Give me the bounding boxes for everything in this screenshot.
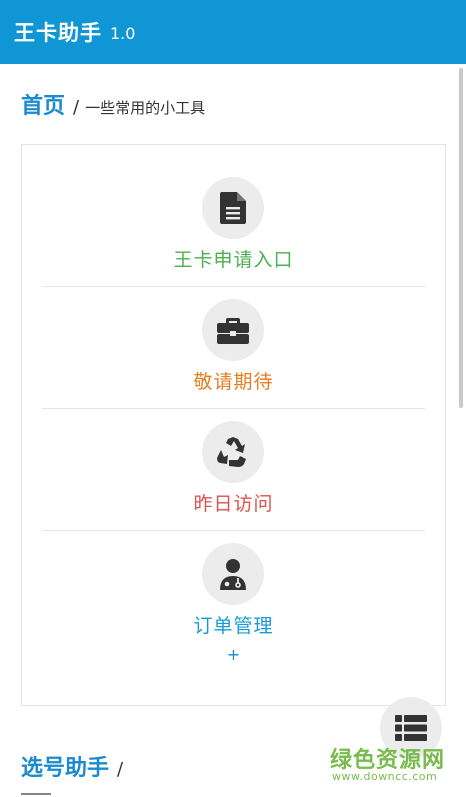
briefcase-icon (217, 318, 249, 344)
app-header: 王卡助手 1.0 (0, 0, 466, 64)
recycle-icon (217, 437, 246, 467)
breadcrumb-subtitle: 一些常用的小工具 (85, 99, 206, 117)
tool-item-yesterday-visit[interactable]: 昨日访问 (42, 411, 425, 533)
user-md-icon (220, 559, 246, 590)
tool-label: 敬请期待 (193, 371, 274, 393)
tool-icon-circle (202, 421, 264, 483)
tool-icon-circle (202, 543, 264, 605)
tool-item-order-management[interactable]: 订单管理 (42, 533, 425, 655)
tool-icon-circle (202, 299, 264, 361)
tool-item-coming-soon[interactable]: 敬请期待 (42, 289, 425, 411)
document-icon (220, 192, 246, 224)
app-screen: 王卡助手 1.0 首页 / 一些常用的小工具 王卡申请入口 敬请期待 昨日访问 … (0, 0, 466, 797)
breadcrumb: 首页 / 一些常用的小工具 (21, 88, 205, 120)
divider (42, 408, 425, 409)
list-icon (395, 715, 427, 741)
truncated-text (21, 790, 81, 797)
tool-item-wangka-apply[interactable]: 王卡申请入口 (42, 167, 425, 289)
app-version: 1.0 (110, 24, 136, 43)
scrollbar[interactable] (459, 68, 463, 408)
breadcrumb-separator: / (73, 97, 80, 118)
tool-label: 王卡申请入口 (173, 249, 294, 271)
divider (42, 286, 425, 287)
watermark-url: www.downcc.com (332, 770, 438, 783)
more-tools-button[interactable]: + (22, 645, 445, 664)
tool-label: 昨日访问 (193, 493, 274, 515)
section-separator: / (117, 759, 124, 780)
section-title[interactable]: 选号助手 (21, 750, 109, 782)
breadcrumb-home-link[interactable]: 首页 (21, 88, 65, 120)
tools-panel: 王卡申请入口 敬请期待 昨日访问 订单管理 + (21, 144, 446, 706)
app-title: 王卡助手 (14, 21, 102, 45)
tool-icon-circle (202, 177, 264, 239)
watermark: 绿色资源网 www.downcc.com (330, 742, 455, 790)
divider (42, 530, 425, 531)
section-number-helper: 选号助手 / (21, 750, 123, 782)
tool-label: 订单管理 (193, 615, 274, 637)
